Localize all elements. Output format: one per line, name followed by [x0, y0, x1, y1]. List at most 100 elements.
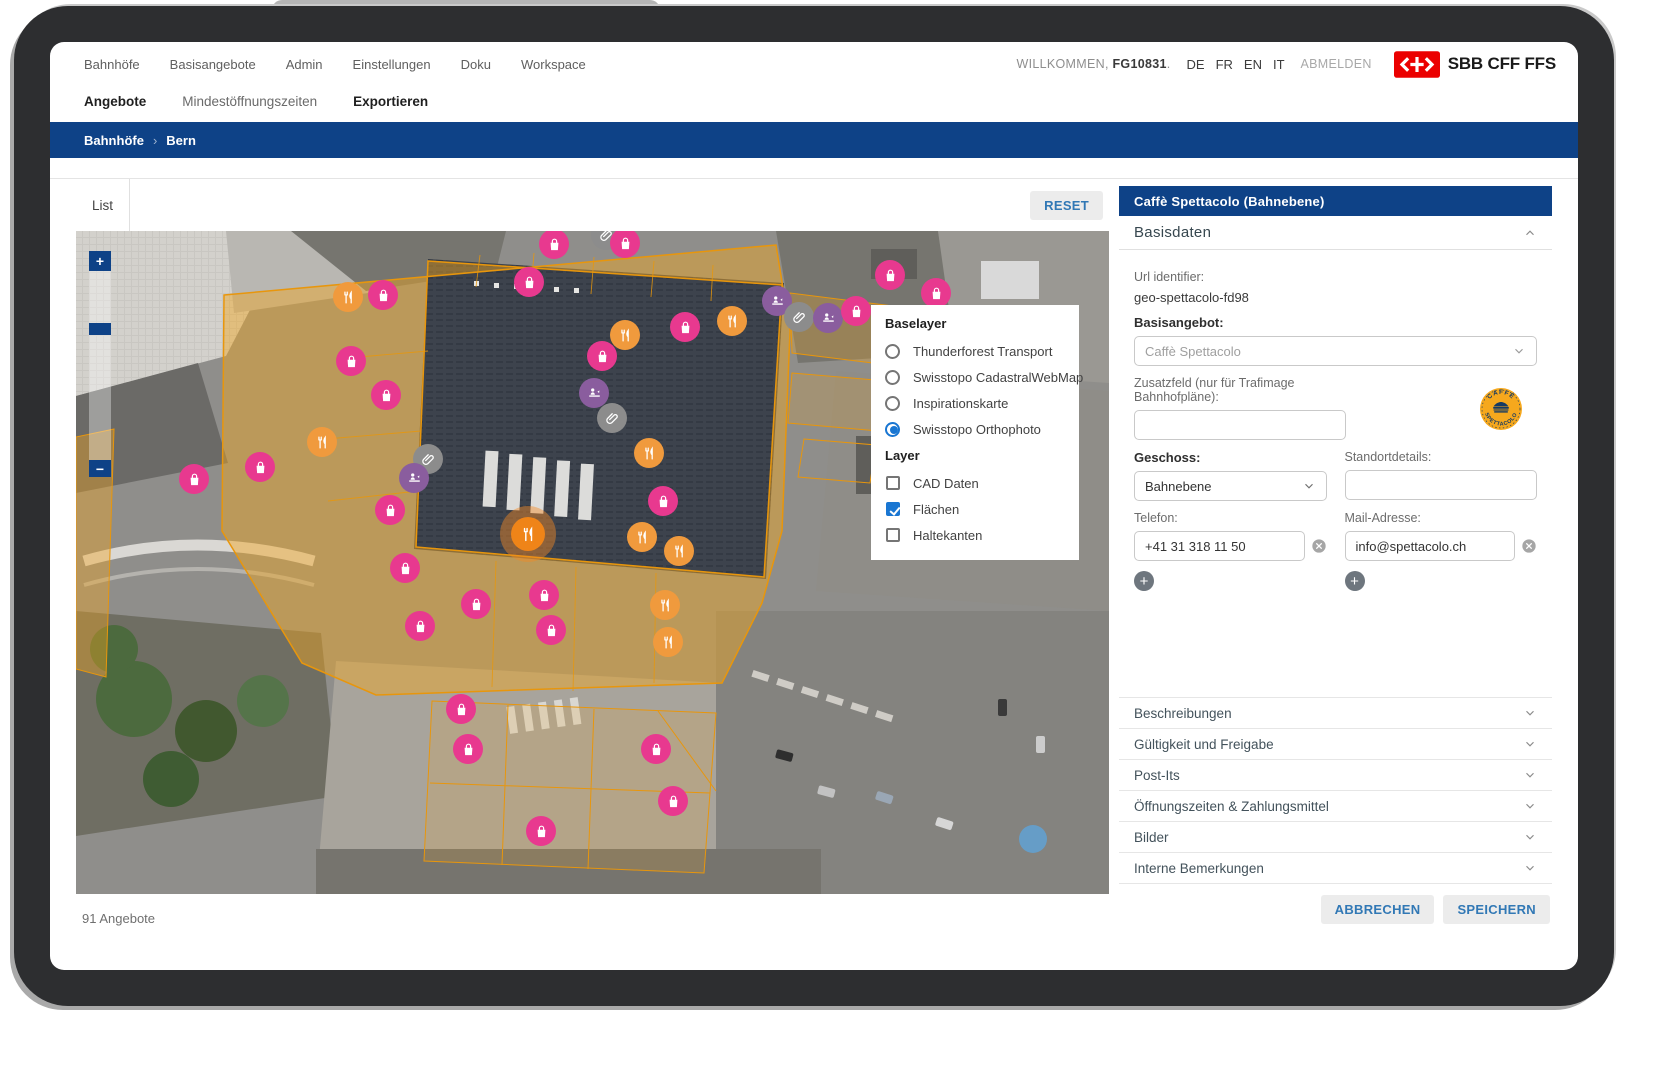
shopping-bag-icon — [397, 560, 414, 577]
nav-item-doku[interactable]: Doku — [461, 57, 491, 72]
service-counter-icon-marker[interactable] — [813, 303, 843, 333]
shopping-bag-icon-marker[interactable] — [453, 734, 483, 764]
nav-item-admin[interactable]: Admin — [286, 57, 323, 72]
telefon-input[interactable] — [1134, 531, 1305, 561]
shopping-bag-icon-marker[interactable] — [536, 615, 566, 645]
baselayer-option-inspirationskarte[interactable]: Inspirationskarte — [885, 390, 1069, 416]
map-canvas[interactable]: + − Baselayer Thunderforest TransportSwi… — [76, 231, 1109, 894]
service-counter-icon-marker[interactable] — [399, 463, 429, 493]
nav-item-einstellungen[interactable]: Einstellungen — [353, 57, 431, 72]
shopping-bag-icon-marker[interactable] — [658, 786, 688, 816]
nav-item-basisangebote[interactable]: Basisangebote — [170, 57, 256, 72]
clear-icon[interactable] — [1311, 538, 1327, 554]
section-bilder[interactable]: Bilder — [1119, 821, 1552, 852]
shopping-bag-icon-marker[interactable] — [875, 260, 905, 290]
baselayer-option-thunderforest-transport[interactable]: Thunderforest Transport — [885, 338, 1069, 364]
restaurant-icon-marker[interactable] — [333, 282, 363, 312]
baselayer-option-label: Thunderforest Transport — [913, 344, 1052, 359]
section-basisdaten[interactable]: Basisdaten — [1119, 216, 1552, 250]
basisangebot-select[interactable]: Caffè Spettacolo — [1134, 336, 1537, 366]
restaurant-icon-marker[interactable] — [717, 306, 747, 336]
radio-icon[interactable] — [885, 396, 900, 411]
geschoss-standort-row: Geschoss: Bahnebene Standortdetails: — [1134, 440, 1537, 501]
shopping-bag-icon — [928, 285, 945, 302]
logout-link[interactable]: ABMELDEN — [1301, 57, 1372, 71]
shopping-bag-icon-marker[interactable] — [375, 495, 405, 525]
reset-button[interactable]: RESET — [1030, 191, 1103, 220]
chevron-down-icon — [1512, 344, 1526, 358]
lang-fr[interactable]: FR — [1216, 57, 1233, 72]
subnav-mindest-ffnungszeiten[interactable]: Mindestöffnungszeiten — [182, 94, 317, 109]
shopping-bag-icon-marker[interactable] — [371, 380, 401, 410]
checkbox-icon[interactable] — [886, 502, 900, 516]
shopping-bag-icon-marker[interactable] — [641, 734, 671, 764]
radio-icon[interactable] — [885, 344, 900, 359]
shopping-bag-icon — [382, 502, 399, 519]
zusatzfeld-input[interactable] — [1134, 410, 1346, 440]
section-g-ltigkeit-und-freigabe[interactable]: Gültigkeit und Freigabe — [1119, 728, 1552, 759]
shopping-bag-icon-marker[interactable] — [514, 267, 544, 297]
restaurant-icon-marker[interactable] — [634, 438, 664, 468]
nav-item-bahnh-fe[interactable]: Bahnhöfe — [84, 57, 140, 72]
add-mail-button[interactable]: + — [1345, 571, 1365, 591]
shopping-bag-icon-marker[interactable] — [446, 694, 476, 724]
shopping-bag-icon-marker[interactable] — [587, 341, 617, 371]
lang-it[interactable]: IT — [1273, 57, 1285, 72]
add-telefon-button[interactable]: + — [1134, 571, 1154, 591]
restaurant-icon-selected-marker[interactable] — [511, 517, 545, 551]
radio-icon[interactable] — [885, 370, 900, 385]
baselayer-option-swisstopo-cadastralwebmap[interactable]: Swisstopo CadastralWebMap — [885, 364, 1069, 390]
section-beschreibungen[interactable]: Beschreibungen — [1119, 697, 1552, 728]
paperclip-icon-marker[interactable] — [784, 302, 814, 332]
checkbox-icon[interactable] — [886, 528, 900, 542]
save-button[interactable]: SPEICHERN — [1443, 895, 1550, 924]
cancel-button[interactable]: ABBRECHEN — [1321, 895, 1435, 924]
section-interne-bemerkungen[interactable]: Interne Bemerkungen — [1119, 852, 1552, 883]
subnav-exportieren[interactable]: Exportieren — [353, 94, 428, 109]
telefon-label: Telefon: — [1134, 511, 1327, 525]
mail-input[interactable] — [1345, 531, 1516, 561]
baselayer-option-swisstopo-orthophoto[interactable]: Swisstopo Orthophoto — [885, 416, 1069, 442]
shopping-bag-icon-marker[interactable] — [841, 296, 871, 326]
shopping-bag-icon-marker[interactable] — [368, 280, 398, 310]
shopping-bag-icon-marker[interactable] — [921, 278, 951, 308]
restaurant-icon-marker[interactable] — [664, 536, 694, 566]
shopping-bag-icon-marker[interactable] — [670, 312, 700, 342]
service-counter-icon — [820, 310, 837, 327]
subnav-angebote[interactable]: Angebote — [84, 94, 146, 109]
layer-option-fl-chen[interactable]: Flächen — [885, 496, 1069, 522]
standortdetails-input[interactable] — [1345, 470, 1538, 500]
shopping-bag-icon-marker[interactable] — [336, 346, 366, 376]
restaurant-icon-marker[interactable] — [650, 590, 680, 620]
shopping-bag-icon-marker[interactable] — [526, 816, 556, 846]
nav-item-workspace[interactable]: Workspace — [521, 57, 586, 72]
restaurant-icon-marker[interactable] — [610, 320, 640, 350]
shopping-bag-icon-marker[interactable] — [529, 580, 559, 610]
zoom-in-button[interactable]: + — [89, 251, 111, 271]
shopping-bag-icon-marker[interactable] — [461, 589, 491, 619]
geschoss-select[interactable]: Bahnebene — [1134, 471, 1327, 501]
paperclip-icon-marker[interactable] — [597, 403, 627, 433]
layer-option-haltekanten[interactable]: Haltekanten — [885, 522, 1069, 548]
restaurant-icon-marker[interactable] — [627, 522, 657, 552]
shopping-bag-icon-marker[interactable] — [405, 611, 435, 641]
shopping-bag-icon-marker[interactable] — [390, 553, 420, 583]
lang-de[interactable]: DE — [1187, 57, 1205, 72]
tab-list[interactable]: List — [76, 179, 130, 231]
breadcrumb-root[interactable]: Bahnhöfe — [84, 133, 144, 148]
shopping-bag-icon-marker[interactable] — [179, 464, 209, 494]
radio-icon[interactable] — [885, 422, 900, 437]
shopping-bag-icon — [460, 741, 477, 758]
section-post-its[interactable]: Post-Its — [1119, 759, 1552, 790]
clear-icon[interactable] — [1521, 538, 1537, 554]
shopping-bag-icon-marker[interactable] — [648, 486, 678, 516]
checkbox-icon[interactable] — [886, 476, 900, 490]
shopping-bag-icon-marker[interactable] — [245, 452, 275, 482]
lang-en[interactable]: EN — [1244, 57, 1262, 72]
section-ffnungszeiten-zahlungsmittel[interactable]: Öffnungszeiten & Zahlungsmittel — [1119, 790, 1552, 821]
zoom-slider-handle[interactable] — [89, 323, 111, 335]
restaurant-icon-marker[interactable] — [653, 627, 683, 657]
zoom-out-button[interactable]: − — [89, 460, 111, 477]
layer-option-cad-daten[interactable]: CAD Daten — [885, 470, 1069, 496]
restaurant-icon-marker[interactable] — [307, 427, 337, 457]
